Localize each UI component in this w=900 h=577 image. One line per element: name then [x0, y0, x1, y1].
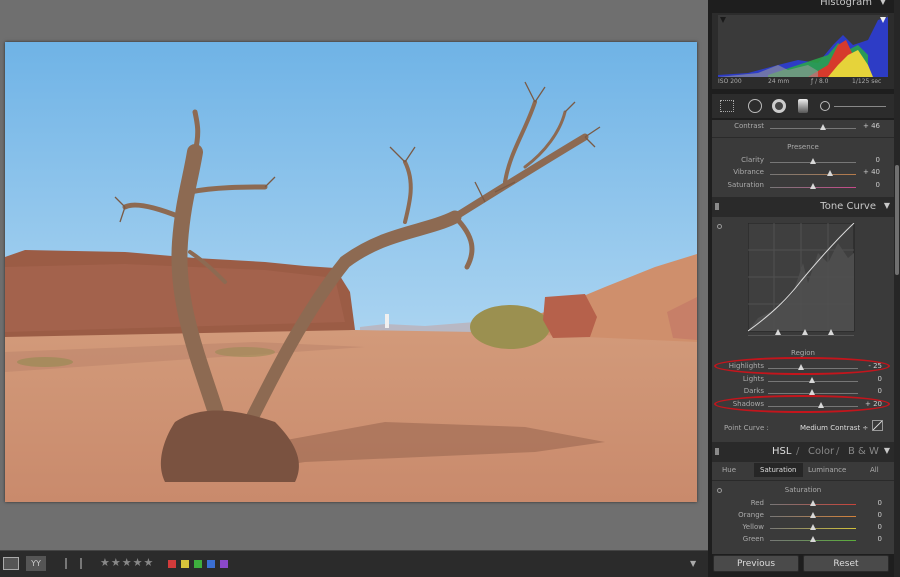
darks-value: 0: [877, 387, 882, 395]
red-eye-icon[interactable]: [772, 99, 786, 113]
panel-switch-icon[interactable]: [715, 448, 719, 455]
contrast-label: Contrast: [734, 122, 764, 130]
panel-scrollbar[interactable]: [894, 0, 900, 577]
saturation-value: 0: [875, 181, 880, 189]
adjustment-brush-icon[interactable]: [820, 101, 830, 111]
orange-label: Orange: [738, 511, 764, 519]
presence-title: Presence: [787, 143, 819, 151]
highlights-annotation-ring: [714, 357, 890, 375]
yellow-label: Yellow: [742, 523, 764, 531]
brush-size-slider[interactable]: [834, 106, 886, 107]
toolbar-menu-icon[interactable]: ▼: [690, 559, 696, 568]
clarity-knob[interactable]: [810, 158, 816, 164]
crop-tool-icon[interactable]: [720, 100, 734, 112]
tab-all[interactable]: All: [870, 466, 879, 474]
basic-panel: Contrast + 46 Presence Clarity 0 Vibranc…: [712, 120, 894, 197]
color-label-red[interactable]: [168, 560, 176, 568]
reset-button[interactable]: Reset: [803, 555, 889, 572]
histogram-header[interactable]: Histogram ▼: [708, 0, 890, 13]
clarity-label: Clarity: [741, 156, 764, 164]
shadows-annotation-ring: [714, 395, 890, 413]
photo-preview[interactable]: [5, 42, 697, 502]
vibrance-knob[interactable]: [827, 170, 833, 176]
filmstrip-toolbar: YY ★★★★★ ▼: [0, 550, 708, 577]
histogram-box: ISO 200 24 mm ƒ / 8.0 1/125 sec: [712, 13, 894, 89]
hsl-title[interactable]: HSL: [772, 446, 791, 457]
photo-viewer: [0, 0, 708, 550]
edit-point-curve-icon[interactable]: [872, 420, 883, 431]
tone-curve-panel: Region Highlights - 25 Lights 0 Darks 0 …: [712, 217, 894, 442]
lights-value: 0: [877, 375, 882, 383]
spot-removal-icon[interactable]: [748, 99, 762, 113]
tone-curve-graph[interactable]: [748, 223, 856, 335]
tab-luminance[interactable]: Luminance: [808, 466, 846, 474]
contrast-knob[interactable]: [820, 124, 826, 130]
scrollbar-thumb[interactable]: [895, 165, 899, 275]
hsl-header[interactable]: HSL / Color / B & W ▼: [712, 442, 894, 462]
green-value: 0: [877, 535, 882, 543]
target-adjust-icon[interactable]: [717, 224, 722, 229]
histogram-title: Histogram: [820, 0, 872, 8]
previous-button[interactable]: Previous: [713, 555, 799, 572]
collapse-triangle-icon[interactable]: ▼: [880, 0, 886, 6]
point-curve-label: Point Curve :: [724, 424, 769, 432]
red-value: 0: [877, 499, 882, 507]
saturation-knob[interactable]: [810, 183, 816, 189]
lights-knob[interactable]: [809, 377, 815, 383]
graduated-filter-icon[interactable]: [798, 99, 808, 113]
hsl-section-title: Saturation: [784, 486, 822, 494]
orange-value: 0: [877, 511, 882, 519]
tone-curve-title: Tone Curve: [820, 201, 876, 212]
green-knob[interactable]: [810, 536, 816, 542]
color-title[interactable]: Color: [808, 446, 834, 457]
vibrance-slider[interactable]: [770, 174, 856, 175]
orange-knob[interactable]: [810, 512, 816, 518]
bw-title[interactable]: B & W: [848, 446, 879, 457]
red-label: Red: [750, 499, 764, 507]
yellow-value: 0: [877, 523, 882, 531]
tool-strip: [712, 94, 894, 118]
color-label-purple[interactable]: [220, 560, 228, 568]
green-label: Green: [742, 535, 764, 543]
collapse-triangle-icon[interactable]: ▼: [884, 446, 890, 455]
tab-saturation[interactable]: Saturation: [754, 463, 803, 477]
vibrance-label: Vibrance: [733, 168, 764, 176]
color-label-green[interactable]: [194, 560, 202, 568]
point-curve-select[interactable]: Medium Contrast ÷: [800, 424, 868, 432]
vibrance-value: + 40: [863, 168, 880, 176]
contrast-slider[interactable]: [770, 128, 856, 129]
region-title: Region: [791, 349, 815, 357]
clarity-value: 0: [875, 156, 880, 164]
color-label-yellow[interactable]: [181, 560, 189, 568]
reject-flag-icon[interactable]: [80, 558, 88, 569]
yellow-knob[interactable]: [810, 524, 816, 530]
saturation-label: Saturation: [727, 181, 765, 189]
darks-label: Darks: [743, 387, 764, 395]
histogram-focal: 24 mm: [768, 78, 790, 85]
histogram-shutter: 1/125 sec: [852, 78, 882, 85]
histogram-aperture: ƒ / 8.0: [811, 78, 829, 85]
red-knob[interactable]: [810, 500, 816, 506]
hsl-panel: Hue Saturation Luminance All Saturation …: [712, 462, 894, 554]
lights-label: Lights: [742, 375, 764, 383]
flag-icon[interactable]: [65, 558, 73, 569]
develop-panel: Histogram ▼ ISO 200 24 mm ƒ / 8.0 1/125 …: [708, 0, 900, 577]
loupe-view-icon[interactable]: [3, 557, 19, 570]
tab-hue[interactable]: Hue: [722, 466, 736, 474]
tone-curve-header[interactable]: Tone Curve ▼: [712, 197, 894, 217]
rating-stars[interactable]: ★★★★★: [100, 556, 154, 569]
contrast-value: + 46: [863, 122, 880, 130]
panel-switch-icon[interactable]: [715, 203, 719, 210]
color-label-blue[interactable]: [207, 560, 215, 568]
histogram-iso: ISO 200: [718, 78, 742, 85]
collapse-triangle-icon[interactable]: ▼: [884, 201, 890, 210]
compare-view-button[interactable]: YY: [26, 556, 46, 571]
histogram-graph: [718, 15, 888, 77]
